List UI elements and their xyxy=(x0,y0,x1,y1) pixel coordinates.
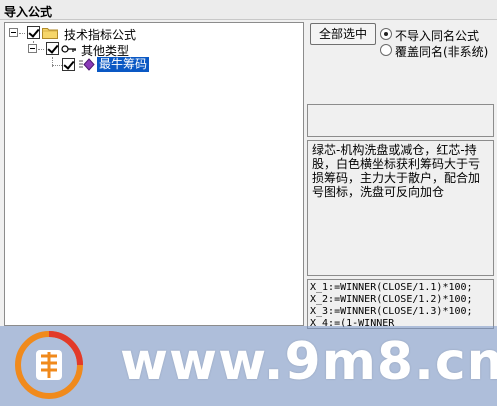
window-title: 导入公式 xyxy=(4,5,53,19)
code-line: X_1:=WINNER(CLOSE/1.1)*100; xyxy=(310,282,473,293)
tree-node-root[interactable]: 技术指标公式 xyxy=(9,25,209,42)
site-logo-icon xyxy=(14,330,84,400)
formula-description: 绿芯-机构洗盘或减仓，红芯-持股，白色横坐标获利筹码大于亏损筹码，主力大于散户，… xyxy=(307,140,494,276)
tree-node-group[interactable]: 其他类型 xyxy=(28,41,208,58)
info-box xyxy=(307,104,494,137)
tree-item-label[interactable]: 最牛筹码 xyxy=(97,57,150,72)
group-checkbox[interactable] xyxy=(46,42,59,55)
tree-connector xyxy=(52,65,62,66)
code-line: X_2:=WINNER(CLOSE/1.2)*100; xyxy=(310,294,473,305)
title-bar: 导入公式 xyxy=(0,0,497,20)
formula-tree[interactable]: 技术指标公式 其他类型 最牛筹码 xyxy=(4,22,304,326)
select-all-button[interactable]: 全部选中 xyxy=(310,23,376,45)
radio-label: 不导入同名公式 xyxy=(395,29,480,43)
formula-code[interactable]: X_1:=WINNER(CLOSE/1.1)*100; X_2:=WINNER(… xyxy=(307,279,494,329)
watermark-text: www.9m8.cn xyxy=(120,332,497,392)
item-checkbox[interactable] xyxy=(62,58,75,71)
radio-icon[interactable] xyxy=(380,44,392,56)
radio-label: 覆盖同名(非系统) xyxy=(395,45,489,59)
radio-icon[interactable] xyxy=(380,28,392,40)
watermark-banner: www.9m8.cn xyxy=(0,326,497,406)
collapse-icon[interactable] xyxy=(28,44,37,53)
collapse-icon[interactable] xyxy=(9,28,18,37)
tree-node-item[interactable]: 最牛筹码 xyxy=(62,57,212,73)
formula-item-icon xyxy=(78,58,96,74)
folder-icon xyxy=(42,26,58,42)
key-icon xyxy=(61,43,77,57)
root-checkbox[interactable] xyxy=(27,26,40,39)
code-line: X_3:=WINNER(CLOSE/1.3)*100; xyxy=(310,306,473,317)
